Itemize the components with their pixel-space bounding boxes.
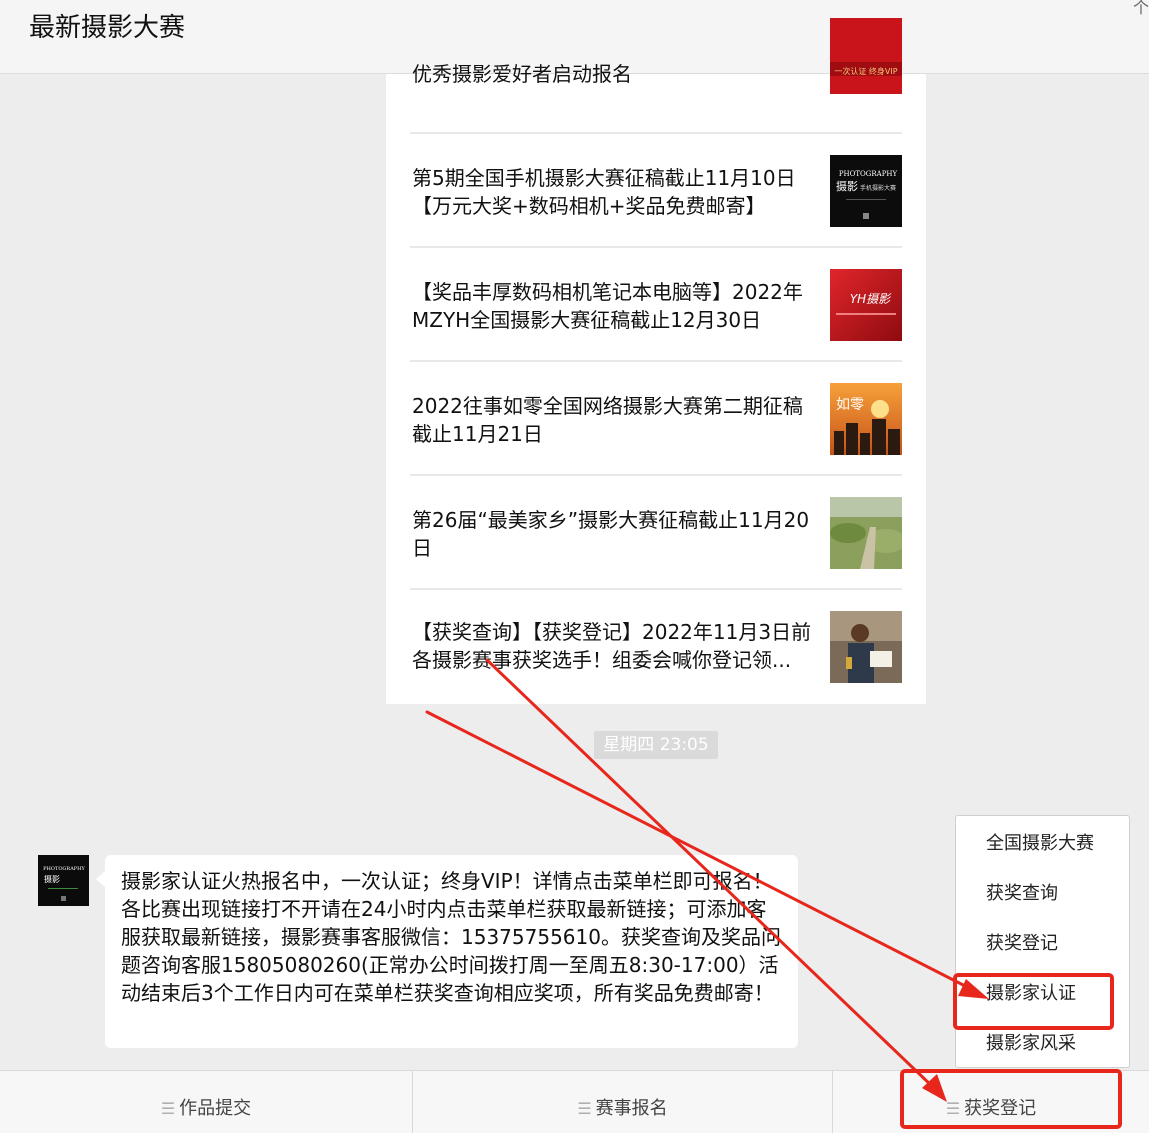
thumbnail-text: PHOTOGRAPHY [839,170,898,178]
menu-tab-award-register[interactable]: ☰ 获奖登记 [832,1071,1149,1133]
article-item[interactable]: 优秀摄影爱好者启动报名 一次认证 终身VIP [410,18,902,134]
menu-tab-label: 获奖登记 [964,1098,1037,1119]
corner-icon[interactable]: 个 [1133,0,1149,18]
article-title[interactable]: 第26届“最美家乡”摄影大赛征稿截止11月20日 [412,506,822,562]
timestamp-chip: 星期四 23:05 [594,731,718,759]
thumbnail-caption: 如零 [836,397,864,413]
article-title[interactable]: 第5期全国手机摄影大赛征稿截止11月10日【万元大奖+数码相机+奖品免费邮寄】 [412,164,822,220]
menu-tab-submit-work[interactable]: ☰ 作品提交 [0,1071,412,1133]
article-title-text: 【获奖查询】【获奖登记】2022年11月3日前各摄影赛事获奖选手！组委会喊你登记… [412,620,812,672]
submenu-item-photographer-showcase[interactable]: 摄影家风采 [986,1032,1076,1056]
avatar[interactable]: PHOTOGRAPHY 摄影 [38,855,89,906]
article-thumbnail[interactable]: 一次认证 终身VIP [830,18,902,94]
article-item[interactable]: 【获奖查询】【获奖登记】2022年11月3日前各摄影赛事获奖选手！组委会喊你登记… [410,590,902,704]
article-item[interactable]: 2022往事如零全国网络摄影大赛第二期征稿截止11月21日 如零 [410,362,902,476]
menu-tab-contest-signup[interactable]: ☰ 赛事报名 [412,1071,832,1133]
thumbnail-caption: 一次认证 终身VIP [834,66,897,76]
page-title: 最新摄影大赛 [29,13,186,43]
bottom-menu-bar: ☰ 作品提交 ☰ 赛事报名 ☰ 获奖登记 [0,1070,1149,1133]
article-item[interactable]: 【奖品丰厚数码相机笔记本电脑等】2022年MZYH全国摄影大赛征稿截止12月30… [410,248,902,362]
message-bubble: 摄影家认证火热报名中，一次认证；终身VIP！详情点击菜单栏即可报名！各比赛出现链… [96,855,798,1048]
menu-tab-label: 作品提交 [179,1098,252,1119]
thumbnail-text: 手机摄影大赛 [860,184,896,192]
submenu-item-photographer-cert[interactable]: 摄影家认证 [986,982,1076,1006]
article-item[interactable]: 第26届“最美家乡”摄影大赛征稿截止11月20日 [410,476,902,590]
menu-tab-label: 赛事报名 [595,1098,668,1119]
thumbnail-caption: YH摄影 [850,292,892,306]
submenu-item-national-contest[interactable]: 全国摄影大赛 [986,832,1094,856]
menu-icon: ☰ [945,1099,961,1118]
submenu-item-award-register[interactable]: 获奖登记 [986,932,1058,956]
article-thumbnail[interactable]: YH摄影 [830,269,902,341]
avatar-text: PHOTOGRAPHY [43,866,85,872]
article-title[interactable]: 优秀摄影爱好者启动报名 [412,60,822,88]
article-title[interactable]: 2022往事如零全国网络摄影大赛第二期征稿截止11月21日 [412,392,822,448]
article-thumbnail[interactable]: PHOTOGRAPHY 摄影 手机摄影大赛 [830,155,902,227]
avatar-text: 摄影 [44,874,60,884]
article-thumbnail[interactable] [830,611,902,683]
menu-icon: ☰ [577,1099,592,1118]
article-thumbnail[interactable]: 如零 [830,383,902,455]
article-title[interactable]: 【奖品丰厚数码相机笔记本电脑等】2022年MZYH全国摄影大赛征稿截止12月30… [412,278,822,334]
article-item[interactable]: 第5期全国手机摄影大赛征稿截止11月10日【万元大奖+数码相机+奖品免费邮寄】 … [410,134,902,248]
article-title[interactable]: 【获奖查询】【获奖登记】2022年11月3日前各摄影赛事获奖选手！组委会喊你登记… [412,618,828,674]
submenu-popup: 全国摄影大赛 获奖查询 获奖登记 摄影家认证 摄影家风采 [955,815,1130,1068]
submenu-item-award-query[interactable]: 获奖查询 [986,882,1058,906]
article-list-card: 优秀摄影爱好者启动报名 一次认证 终身VIP 第5期全国手机摄影大赛征稿截止11… [386,18,926,704]
thumbnail-text: 摄影 [836,179,858,193]
article-thumbnail[interactable] [830,497,902,569]
menu-icon: ☰ [160,1099,176,1118]
